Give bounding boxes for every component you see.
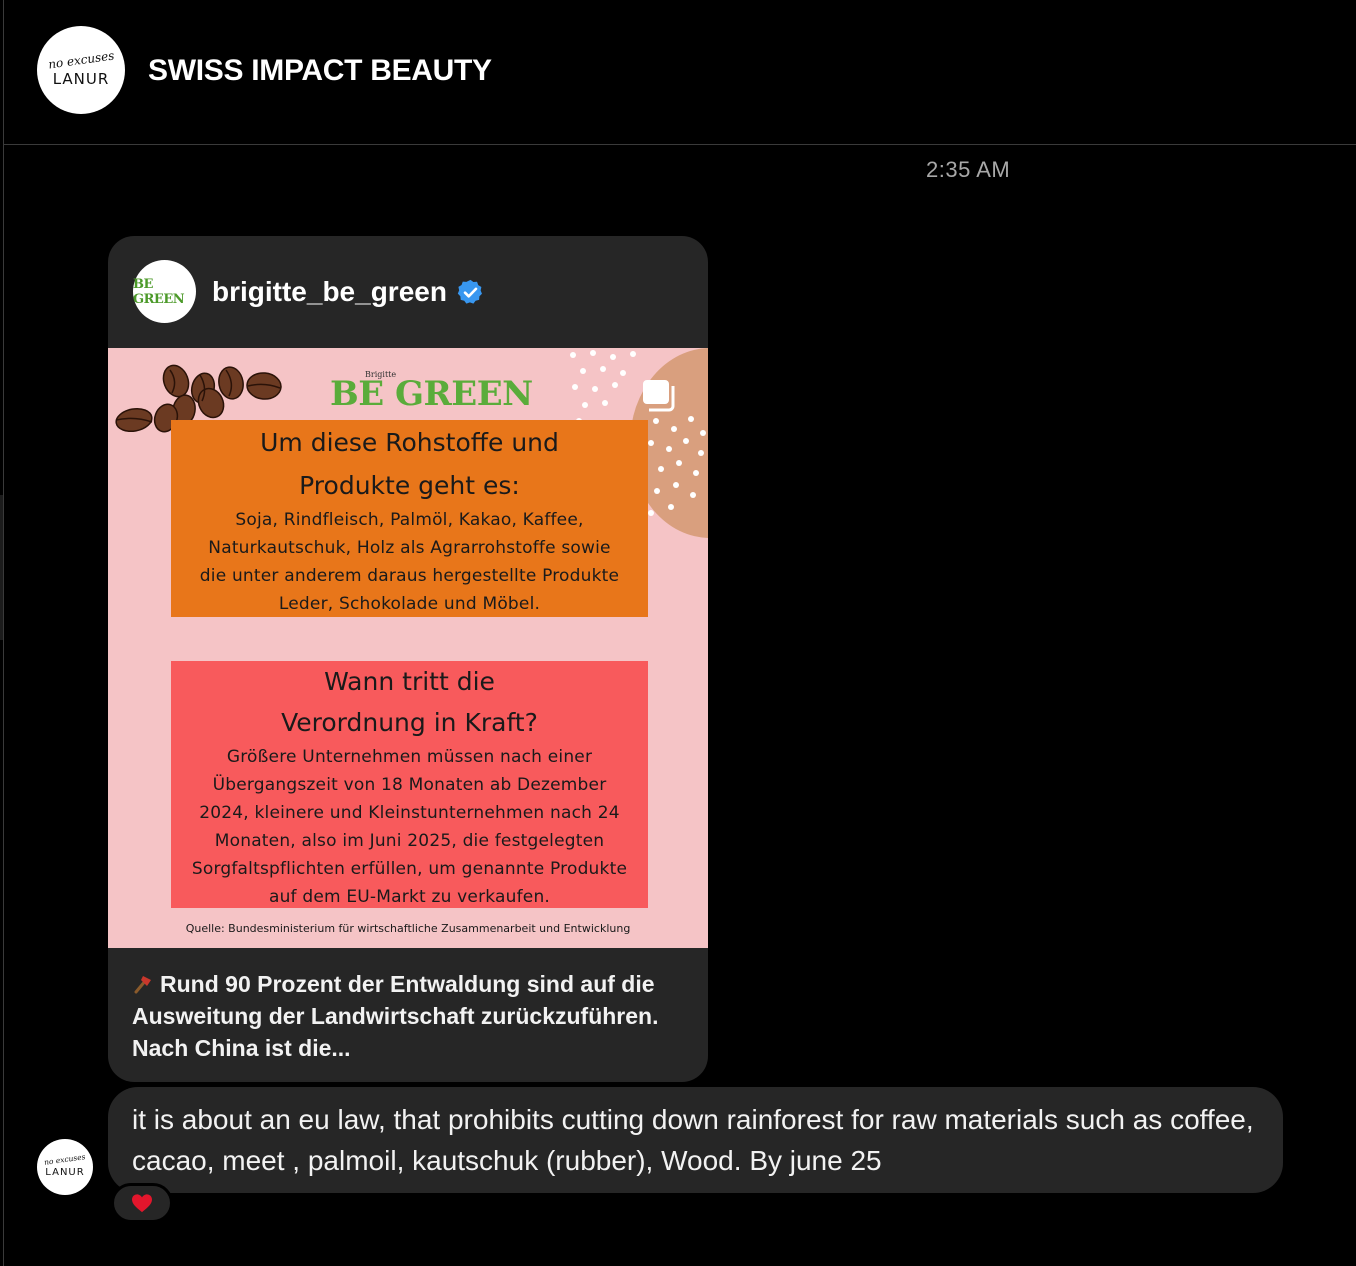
regulation-date-box: Wann tritt die Verordnung in Kraft? Größ… [171,661,648,908]
post-caption-text: Rund 90 Prozent der Entwaldung sind auf … [132,971,659,1061]
shared-post-card[interactable]: BE GREEN brigitte_be_green Brigitte BE G… [108,236,708,1082]
message-timestamp: 2:35 AM [926,157,1011,182]
window-left-border [3,0,4,1266]
regulation-line: Größere Unternehmen müssen nach einer [226,747,593,767]
raw-materials-heading-2: Produkte geht es: [299,471,520,500]
raw-materials-heading-1: Um diese Rohstoffe und [260,428,559,457]
avatar-brand-text: LANUR [52,69,110,88]
post-author-avatar[interactable]: BE GREEN [133,260,196,323]
chat-title[interactable]: SWISS IMPACT BEAUTY [148,54,492,88]
sender-avatar[interactable]: no excuses LANUR [37,1139,93,1195]
post-caption[interactable]: Rund 90 Prozent der Entwaldung sind auf … [132,968,692,1064]
avatar-script-text: no excuses [43,1152,87,1168]
image-source-note: Quelle: Bundesministerium für wirtschaft… [185,922,631,935]
post-image[interactable]: Brigitte BE GREEN Um diese Rohstoffe und… [108,348,708,948]
heart-icon [132,1194,152,1213]
raw-materials-line: Leder, Schokolade und Möbel. [278,594,541,614]
shared-post-header[interactable]: BE GREEN brigitte_be_green [108,236,708,348]
image-logo-main: BE GREEN [330,374,533,414]
axe-emoji-icon [134,976,151,994]
regulation-line: Übergangszeit von 18 Monaten ab Dezember [212,775,607,795]
regulation-line: Monaten, also im Juni 2025, die festgele… [214,831,605,851]
regulation-line: 2024, kleinere und Kleinstunternehmen na… [199,803,620,823]
carousel-icon [643,380,675,412]
regulation-line: Sorgfaltspflichten erfüllen, um genannte… [191,859,628,879]
regulation-heading-1: Wann tritt die [324,667,495,696]
avatar-script-text: no excuses [47,47,115,72]
regulation-line: auf dem EU-Markt zu verkaufen. [268,887,551,907]
regulation-heading-2: Verordnung in Kraft? [281,708,538,737]
message-bubble[interactable]: it is about an eu law, that prohibits cu… [108,1087,1283,1193]
message-text: it is about an eu law, that prohibits cu… [132,1104,1254,1176]
raw-materials-line: Naturkautschuk, Holz als Agrarrohstoffe … [208,538,611,558]
chat-avatar[interactable]: no excuses LANUR [37,26,125,114]
raw-materials-line: Soja, Rindfleisch, Palmöl, Kakao, Kaffee… [235,510,584,530]
reaction-badge[interactable] [111,1183,173,1223]
chat-header: no excuses LANUR SWISS IMPACT BEAUTY [4,0,1356,145]
window-resize-edge [0,495,3,640]
verified-badge-icon [457,279,482,304]
raw-materials-box: Um diese Rohstoffe und Produkte geht es:… [171,420,648,617]
raw-materials-line: die unter anderem daraus hergestellte Pr… [199,566,620,586]
post-author-username[interactable]: brigitte_be_green [212,276,447,308]
post-author-name-row[interactable]: brigitte_be_green [212,276,485,308]
avatar-brand-text: LANUR [45,1166,85,1178]
